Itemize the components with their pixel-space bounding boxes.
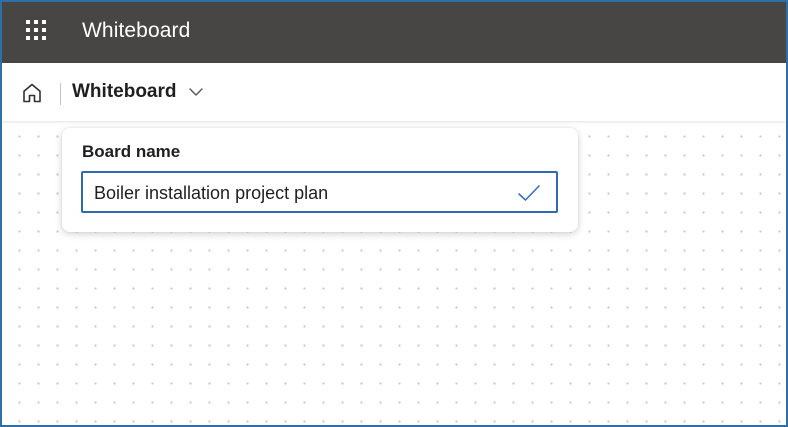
app-launcher-icon[interactable] xyxy=(26,20,50,44)
home-button[interactable] xyxy=(20,81,44,105)
app-title: Whiteboard xyxy=(82,19,191,42)
board-name-dialog: Board name Boiler installation project p… xyxy=(62,128,578,232)
command-bar: Whiteboard xyxy=(2,63,786,121)
board-title-menu-button[interactable]: Whiteboard xyxy=(72,81,205,103)
home-icon xyxy=(23,83,41,103)
app-bar: Whiteboard xyxy=(2,2,786,63)
board-title: Whiteboard xyxy=(72,81,177,102)
confirm-button[interactable] xyxy=(516,182,542,204)
whiteboard-window: Whiteboard Whiteboard Board name Boiler … xyxy=(0,0,788,427)
checkmark-icon xyxy=(518,185,540,201)
board-name-value: Boiler installation project plan xyxy=(94,183,329,203)
board-name-label: Board name xyxy=(82,142,181,161)
chevron-down-icon xyxy=(188,88,203,96)
board-name-input[interactable]: Boiler installation project plan xyxy=(81,171,558,213)
divider xyxy=(60,83,61,105)
